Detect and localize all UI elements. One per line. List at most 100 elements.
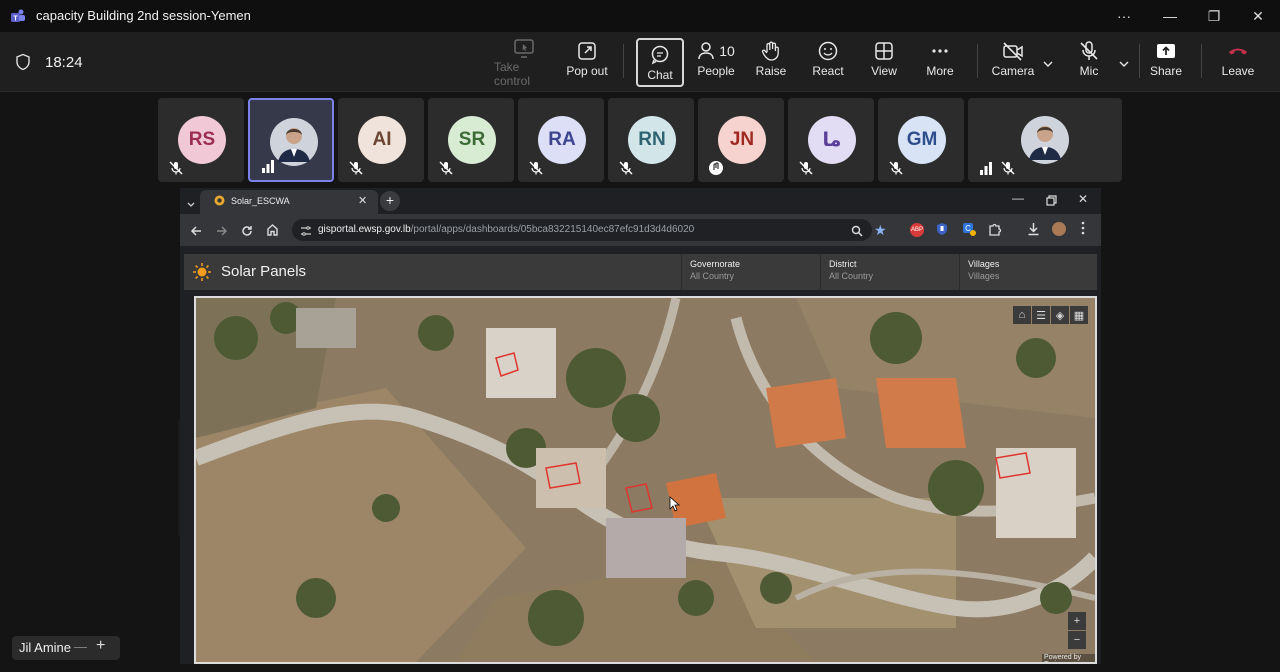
leave-button[interactable]: Leave [1216, 38, 1260, 88]
view-label: View [871, 64, 897, 78]
mic-muted-icon [168, 160, 184, 176]
people-label: People [697, 64, 735, 78]
react-label: React [812, 64, 844, 78]
avatar-initials: RA [548, 129, 576, 150]
take-control-button[interactable]: Take control [494, 38, 554, 88]
take-control-icon [512, 38, 536, 60]
people-button[interactable]: 10 People [694, 38, 738, 88]
mic-options-chevron-icon[interactable] [1118, 56, 1130, 74]
governorate-filter[interactable]: Governorate All Country [690, 259, 816, 285]
chat-icon [649, 42, 671, 68]
browser-close-icon[interactable]: ✕ [1078, 192, 1088, 206]
close-button[interactable]: ✕ [1238, 4, 1278, 28]
tab-search-icon[interactable] [186, 196, 196, 214]
address-bar[interactable]: gisportal.ewsp.gov.lb/portal/apps/dashbo… [292, 219, 872, 241]
avatar-initials: SR [458, 129, 486, 150]
toolbar-separator [1139, 44, 1140, 78]
reload-icon[interactable] [241, 224, 253, 242]
satellite-map[interactable]: ⌂ ☰ ◈ ▦ + − Powered by Esri [194, 296, 1097, 664]
district-filter[interactable]: District All Country [829, 259, 955, 285]
react-button[interactable]: React [808, 38, 848, 88]
avatar-initials: AI [372, 129, 392, 150]
raise-hand-icon [760, 38, 782, 64]
shield-icon [14, 53, 32, 76]
participant-tile[interactable]: SR [428, 98, 514, 182]
camera-options-chevron-icon[interactable] [1042, 56, 1054, 74]
chat-label: Chat [647, 68, 673, 82]
maximize-button[interactable]: ❐ [1194, 4, 1234, 28]
url-path: /portal/apps/dashboards/05bca832215140ec… [410, 224, 695, 235]
shared-browser-window: Solar_ESCWA ✕ + — ✕ gisportal.ewsp.gov.l… [180, 188, 1101, 664]
adblock-extension-icon[interactable]: ABP [910, 223, 924, 237]
mic-muted-icon [798, 160, 814, 176]
camera-button[interactable]: Camera [990, 38, 1036, 88]
download-icon[interactable] [1027, 222, 1040, 241]
participant-tile[interactable] [248, 98, 334, 182]
avatar: GM [898, 116, 946, 164]
bookmark-star-icon[interactable]: ★ [874, 222, 887, 239]
presenter-name: Jil Amine [19, 640, 72, 655]
filter-divider [681, 254, 682, 290]
new-tab-icon[interactable]: + [380, 191, 400, 211]
more-options-button[interactable]: ··· [1104, 4, 1144, 28]
tab-strip: Solar_ESCWA ✕ + — ✕ [180, 188, 1101, 214]
profile-avatar[interactable] [1052, 222, 1066, 236]
map-home-button[interactable]: ⌂ [1013, 306, 1031, 324]
toolbar-separator [977, 44, 978, 78]
browser-tab[interactable]: Solar_ESCWA ✕ [200, 190, 378, 214]
participant-tile[interactable]: RN [608, 98, 694, 182]
view-button[interactable]: View [866, 38, 902, 88]
extensions-puzzle-icon[interactable] [988, 222, 1002, 241]
url-host: gisportal.ewsp.gov.lb [318, 224, 411, 235]
name-tag-minimize-icon[interactable]: — [74, 639, 87, 654]
pop-out-button[interactable]: Pop out [564, 38, 610, 88]
participant-tile[interactable]: JN [698, 98, 784, 182]
name-tag-expand-icon[interactable]: + [96, 637, 105, 655]
tab-close-icon[interactable]: ✕ [358, 194, 367, 207]
participant-tile[interactable]: AI [338, 98, 424, 182]
presenter-name-tag: Jil Amine — + [12, 636, 120, 660]
avatar-initials: GM [906, 129, 938, 150]
raise-hand-button[interactable]: Raise [752, 38, 790, 88]
participant-tile[interactable]: RS [158, 98, 244, 182]
villages-filter-value: Villages [968, 271, 1000, 281]
share-button[interactable]: Share [1146, 38, 1186, 88]
governorate-filter-label: Governorate [690, 259, 741, 269]
back-arrow-icon[interactable] [190, 224, 202, 242]
teams-logo-icon: T [10, 8, 26, 24]
address-toolbar: gisportal.ewsp.gov.lb/portal/apps/dashbo… [180, 214, 1101, 246]
minimize-button[interactable]: — [1150, 4, 1190, 28]
zoom-search-icon[interactable] [851, 224, 863, 242]
villages-filter[interactable]: Villages Villages [968, 259, 1088, 285]
participant-tile[interactable] [968, 98, 1122, 182]
mouse-cursor-icon [669, 496, 681, 517]
participant-tile[interactable]: ما [788, 98, 874, 182]
svg-text:C: C [965, 224, 971, 233]
camera-label: Camera [991, 64, 1035, 78]
home-icon[interactable] [266, 223, 279, 241]
map-legend-button[interactable]: ☰ [1032, 306, 1050, 324]
browser-minimize-icon[interactable]: — [1012, 191, 1024, 205]
avatar [1021, 116, 1069, 164]
map-basemap-button[interactable]: ▦ [1070, 306, 1088, 324]
participant-tile[interactable]: RA [518, 98, 604, 182]
more-button[interactable]: More [920, 38, 960, 88]
mic-off-icon [1078, 38, 1100, 64]
site-settings-icon[interactable] [300, 224, 312, 246]
participant-tile[interactable]: GM [878, 98, 964, 182]
map-layers-button[interactable]: ◈ [1051, 306, 1069, 324]
mic-muted-icon [888, 160, 904, 176]
forward-arrow-icon[interactable] [216, 224, 228, 242]
browser-restore-icon[interactable] [1046, 193, 1057, 211]
shield-extension-icon[interactable] [936, 222, 948, 241]
avatar: AI [358, 116, 406, 164]
zoom-in-button[interactable]: + [1068, 612, 1086, 630]
signal-bars-icon [260, 158, 276, 174]
zoom-out-button[interactable]: − [1068, 631, 1086, 649]
chat-button[interactable]: Chat [636, 38, 684, 87]
meeting-timer: 18:24 [45, 54, 83, 71]
browser-menu-icon[interactable] [1081, 221, 1085, 240]
avatar: SR [448, 116, 496, 164]
translate-extension-icon[interactable]: C [962, 222, 976, 241]
mic-button[interactable]: Mic [1072, 38, 1106, 88]
